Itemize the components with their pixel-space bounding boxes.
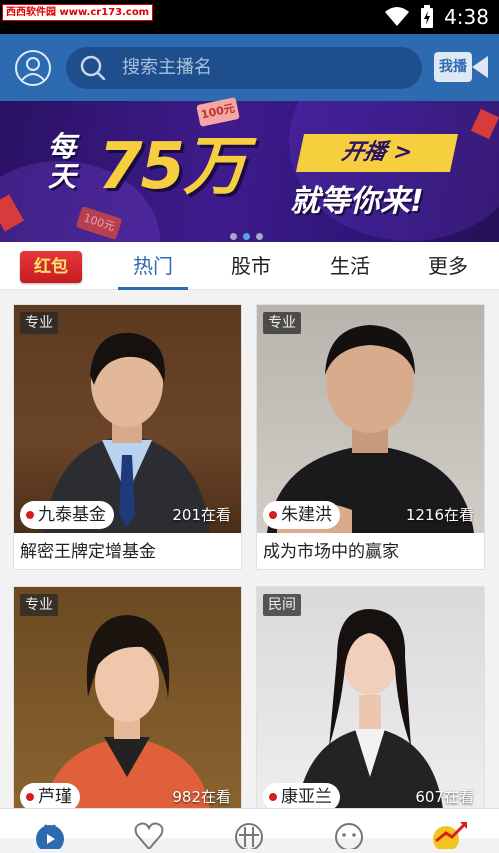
watermark: 西西软件园 www.cr173.com bbox=[2, 4, 154, 21]
anchor-name-pill: 康亚兰 bbox=[263, 783, 340, 811]
nav-messages[interactable] bbox=[331, 819, 367, 851]
viewer-count: 607在看 bbox=[415, 788, 474, 806]
presenter-photo bbox=[267, 325, 474, 533]
live-dot-icon bbox=[269, 793, 277, 801]
stream-card[interactable]: 民间 康亚兰 607在看 bbox=[256, 586, 485, 811]
top-header: 搜索主播名 我播 bbox=[0, 34, 499, 101]
stream-thumbnail bbox=[257, 587, 484, 809]
presenter-photo bbox=[297, 609, 443, 809]
banner-amount: 75万 bbox=[98, 130, 247, 204]
anchor-name: 芦瑾 bbox=[38, 787, 72, 807]
viewer-count: 1216在看 bbox=[405, 506, 474, 524]
stream-card[interactable]: 专业 朱建洪 1216在看 成为市场中的赢家 bbox=[256, 304, 485, 570]
chat-icon bbox=[335, 823, 363, 851]
search-box[interactable]: 搜索主播名 bbox=[66, 47, 422, 89]
nav-live[interactable] bbox=[32, 819, 68, 853]
stream-thumbnail bbox=[14, 587, 241, 809]
tab-hot[interactable]: 热门 bbox=[113, 242, 193, 290]
viewer-count: 201在看 bbox=[172, 506, 231, 524]
tab-more[interactable]: 更多 bbox=[408, 242, 488, 290]
pager-dot[interactable] bbox=[256, 233, 263, 240]
banner-start-button[interactable]: 开播 > bbox=[295, 134, 459, 172]
pager-dot[interactable] bbox=[230, 233, 237, 240]
nav-follow[interactable] bbox=[131, 819, 167, 851]
broadcast-button[interactable]: 我播 bbox=[434, 52, 488, 82]
anchor-name: 九泰基金 bbox=[38, 505, 106, 525]
category-tabs: 红包 热门 股市 生活 更多 bbox=[0, 242, 499, 290]
stream-card[interactable]: 专业 九泰基金 201在看 解密王牌定增基金 bbox=[13, 304, 242, 570]
pager-dot-active[interactable] bbox=[243, 233, 250, 240]
anchor-name: 康亚兰 bbox=[281, 787, 332, 807]
nav-discover[interactable] bbox=[231, 819, 267, 851]
category-badge: 专业 bbox=[20, 312, 58, 334]
wifi-icon bbox=[385, 7, 410, 26]
anchor-name-pill: 芦瑾 bbox=[20, 783, 80, 811]
user-icon bbox=[21, 57, 45, 81]
anchor-name-pill: 朱建洪 bbox=[263, 501, 340, 529]
live-dot-icon bbox=[26, 511, 34, 519]
grid-icon bbox=[235, 823, 263, 851]
live-dot-icon bbox=[269, 511, 277, 519]
category-badge: 专业 bbox=[20, 594, 58, 616]
user-avatar-button[interactable] bbox=[15, 50, 51, 86]
live-icon bbox=[36, 824, 64, 853]
status-bar: 西西软件园 www.cr173.com 4:38 bbox=[0, 0, 499, 34]
category-badge: 民间 bbox=[263, 594, 301, 616]
banner-daily-text: 每天 bbox=[48, 130, 77, 193]
banner-wait-text: 就等你来! bbox=[290, 184, 424, 219]
stream-title: 成为市场中的赢家 bbox=[263, 542, 399, 562]
presenter-photo bbox=[44, 615, 210, 809]
anchor-name: 朱建洪 bbox=[281, 505, 332, 525]
viewer-count: 982在看 bbox=[172, 788, 231, 806]
bottom-nav bbox=[0, 808, 499, 853]
search-placeholder: 搜索主播名 bbox=[122, 57, 212, 78]
heart-icon bbox=[134, 822, 164, 851]
trend-icon bbox=[433, 821, 468, 852]
stream-title: 解密王牌定增基金 bbox=[20, 542, 156, 562]
status-icons: 4:38 bbox=[384, 0, 489, 34]
tab-life[interactable]: 生活 bbox=[310, 242, 390, 290]
status-time: 4:38 bbox=[444, 5, 489, 29]
tab-stocks[interactable]: 股市 bbox=[211, 242, 291, 290]
broadcast-label: 我播 bbox=[434, 52, 472, 82]
stream-thumbnail bbox=[14, 305, 241, 533]
anchor-name-pill: 九泰基金 bbox=[20, 501, 114, 529]
camera-icon bbox=[472, 56, 488, 78]
stream-thumbnail bbox=[257, 305, 484, 533]
search-icon bbox=[80, 55, 106, 81]
stream-card[interactable]: 专业 芦瑾 982在看 bbox=[13, 586, 242, 811]
nav-market[interactable] bbox=[430, 819, 468, 852]
presenter-photo bbox=[44, 332, 210, 533]
live-dot-icon bbox=[26, 793, 34, 801]
category-badge: 专业 bbox=[263, 312, 301, 334]
tab-active-indicator bbox=[118, 287, 188, 290]
red-packet-button[interactable]: 红包 bbox=[20, 251, 82, 283]
battery-charging-icon bbox=[421, 5, 434, 28]
banner-pager bbox=[230, 233, 263, 240]
